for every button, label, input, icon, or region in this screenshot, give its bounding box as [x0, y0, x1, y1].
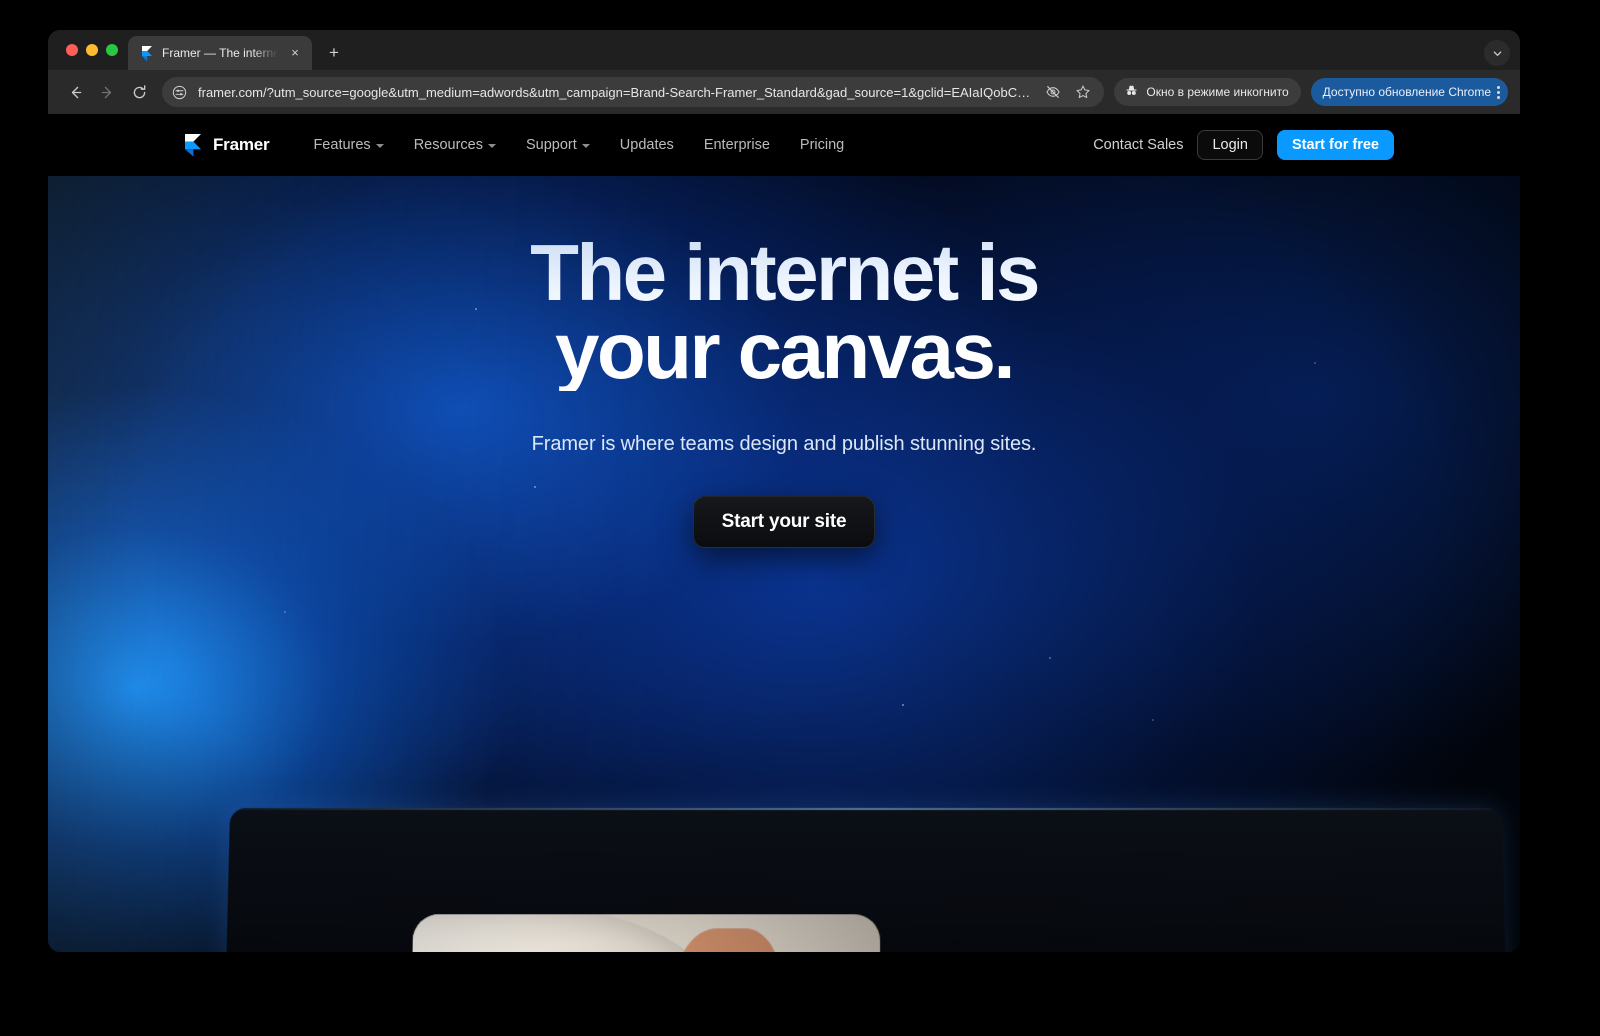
brand-logo[interactable]: Framer: [182, 133, 270, 157]
site-nav: Features Resources Support Updates Enter…: [313, 137, 844, 153]
incognito-label: Окно в режиме инкогнито: [1146, 85, 1289, 99]
tune-icon[interactable]: [168, 81, 190, 103]
incognito-indicator[interactable]: Окно в режиме инкогнито: [1114, 78, 1301, 106]
minimize-window-button[interactable]: [86, 44, 98, 56]
page-title: The internet is your canvas.: [48, 234, 1520, 391]
new-tab-button[interactable]: +: [320, 39, 348, 67]
tab-strip: Framer — The internet is your canvas. × …: [48, 30, 1520, 70]
headline-line-2: your canvas.: [555, 306, 1013, 396]
site-header: Framer Features Resources Support Update…: [48, 114, 1520, 176]
close-window-button[interactable]: [66, 44, 78, 56]
page-viewport: Framer Features Resources Support Update…: [48, 114, 1520, 952]
hero-subtitle: Framer is where teams design and publish…: [531, 432, 1037, 455]
star-icon[interactable]: [1072, 81, 1094, 103]
chrome-update-button[interactable]: Доступно обновление Chrome: [1310, 78, 1508, 106]
chevron-down-icon: [581, 144, 590, 148]
nav-item-support[interactable]: Support: [526, 137, 590, 153]
framer-logo-icon: [140, 46, 154, 62]
hero-section: The internet is your canvas. Framer is w…: [48, 176, 1520, 952]
showcase-photo: [409, 914, 881, 952]
nav-item-label: Resources: [413, 137, 483, 153]
chevron-down-icon: [375, 144, 384, 148]
back-button[interactable]: [60, 77, 90, 107]
showcase-device-panel: Everywhere you work: [222, 808, 1510, 952]
nav-item-features[interactable]: Features: [313, 137, 384, 153]
photo-shading: [409, 914, 881, 952]
nav-item-enterprise[interactable]: Enterprise: [704, 137, 770, 153]
nav-item-label: Updates: [619, 137, 674, 153]
chevron-down-icon[interactable]: [1484, 40, 1510, 66]
nav-item-resources[interactable]: Resources: [414, 137, 496, 153]
browser-toolbar: framer.com/?utm_source=google&utm_medium…: [48, 70, 1520, 114]
tab-title: Framer — The internet is your canvas.: [162, 46, 278, 60]
nav-item-label: Features: [313, 137, 371, 153]
close-icon[interactable]: ×: [286, 44, 304, 62]
incognito-hat-icon: [1124, 83, 1139, 101]
header-actions: Contact Sales Login Start for free: [1093, 130, 1394, 160]
url-text[interactable]: framer.com/?utm_source=google&utm_medium…: [198, 85, 1034, 100]
device-edge-glow: [229, 808, 1503, 810]
start-your-site-button[interactable]: Start your site: [692, 495, 876, 548]
nav-item-label: Pricing: [799, 137, 845, 153]
address-bar[interactable]: framer.com/?utm_source=google&utm_medium…: [162, 77, 1105, 107]
nav-item-pricing[interactable]: Pricing: [800, 137, 844, 153]
update-label: Доступно обновление Chrome: [1322, 85, 1491, 99]
login-button[interactable]: Login: [1197, 130, 1263, 160]
maximize-window-button[interactable]: [106, 44, 118, 56]
reload-button[interactable]: [124, 77, 154, 107]
eye-off-icon[interactable]: [1042, 81, 1064, 103]
browser-tab[interactable]: Framer — The internet is your canvas. ×: [128, 36, 312, 70]
window-traffic-lights: [60, 30, 128, 70]
headline-line-1: The internet is: [530, 228, 1038, 317]
framer-logo-icon: [182, 133, 204, 157]
nav-item-updates[interactable]: Updates: [620, 137, 674, 153]
hero-cta-wrap: Start your site: [48, 456, 1520, 548]
browser-window: Framer — The internet is your canvas. × …: [48, 30, 1520, 952]
forward-button[interactable]: [92, 77, 122, 107]
contact-sales-link[interactable]: Contact Sales: [1093, 137, 1183, 153]
nav-item-label: Enterprise: [703, 137, 770, 153]
nav-item-label: Support: [526, 137, 577, 153]
hero-content: The internet is your canvas. Framer is w…: [48, 176, 1520, 548]
kebab-menu-icon[interactable]: [1497, 85, 1500, 99]
start-for-free-button[interactable]: Start for free: [1276, 130, 1394, 160]
brand-name: Framer: [213, 135, 270, 154]
chevron-down-icon: [488, 144, 496, 148]
